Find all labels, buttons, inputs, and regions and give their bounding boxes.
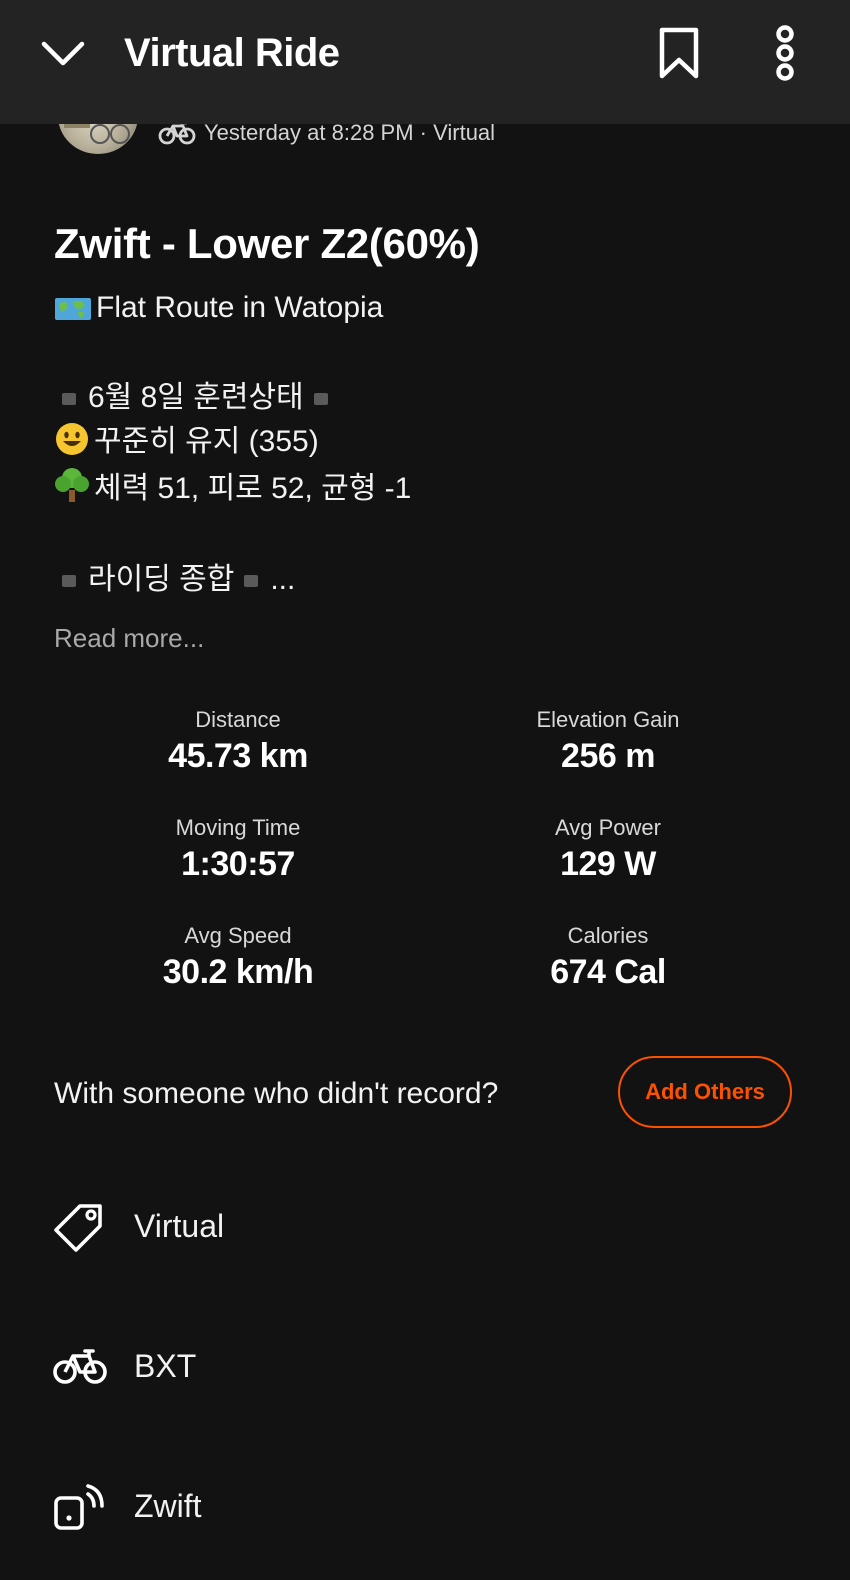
stat-moving-time: Moving Time 1:30:57 [88,814,388,886]
stat-calories: Calories 674 Cal [458,922,758,994]
truncation-ellipsis: ... [270,563,296,596]
stat-distance: Distance 45.73 km [88,706,388,778]
square-icon [244,575,259,587]
fitness-stats-text: 체력 51, 피로 52, 균형 -1 [94,472,412,505]
stat-avg-power: Avg Power 129 W [458,814,758,886]
training-heading-text: 6월 8일 훈련상태 [88,381,304,414]
riding-heading-text: 라이딩 종합 [88,563,235,596]
detail-row-device[interactable]: Zwift [0,1466,850,1546]
activity-title: Zwift - Lower Z2(60%) [54,220,480,267]
stat-label: Elevation Gain [536,707,680,732]
bookmark-button[interactable] [656,22,702,86]
read-more-link[interactable]: Read more... [54,620,204,656]
description-fitness-line: 체력 51, 피로 52, 균형 -1 [54,466,411,511]
back-button[interactable] [38,32,88,76]
description-route-line: Flat Route in Watopia [54,286,383,330]
stat-value: 674 Cal [550,953,666,991]
bookmark-icon [659,27,699,79]
stat-label: Avg Power [555,815,661,840]
bike-icon [53,1349,107,1384]
square-icon [62,575,76,587]
square-icon [313,393,328,405]
add-others-button[interactable]: Add Others [618,1056,792,1128]
square-icon [62,393,76,405]
detail-row-tag[interactable]: Virtual [0,1186,850,1266]
training-status-text: 꾸준히 유지 (355) [94,425,319,458]
detail-label: Zwift [134,1488,202,1524]
more-options-button[interactable] [770,22,810,86]
smiley-face-icon [56,423,88,455]
description-riding-heading: 라이딩 종합... [54,558,295,602]
stat-label: Moving Time [175,815,301,840]
detail-row-bike[interactable]: BXT [0,1326,850,1406]
description-training-heading: 6월 8일 훈련상태 [54,376,340,420]
tree-icon [55,468,89,502]
stat-value: 256 m [561,737,655,775]
tag-icon [54,1204,102,1252]
world-map-icon [55,298,91,320]
page-title: Virtual Ride [124,31,340,75]
detail-label: Virtual [134,1208,225,1244]
stat-label: Calories [567,923,649,948]
stat-label: Avg Speed [184,923,292,948]
stat-value: 1:30:57 [181,845,295,883]
with-others-prompt: With someone who didn't record? [54,1077,499,1110]
route-name: Flat Route in Watopia [96,291,384,324]
activity-detail-page: Virtual Ride Yesterday at 8:28 PM · Virt… [0,0,850,1580]
stat-value: 30.2 km/h [162,953,314,991]
stat-avg-speed: Avg Speed 30.2 km/h [88,922,388,994]
more-vertical-icon [776,25,794,81]
description-status-line: 꾸준히 유지 (355) [54,420,319,464]
device-connected-icon [54,1484,104,1530]
chevron-down-icon [41,41,85,66]
detail-label: BXT [134,1348,197,1384]
stat-value: 129 W [560,845,656,883]
stat-value: 45.73 km [168,737,308,775]
top-app-bar: Virtual Ride [0,0,850,124]
stat-elevation-gain: Elevation Gain 256 m [458,706,758,778]
stat-label: Distance [195,707,281,732]
